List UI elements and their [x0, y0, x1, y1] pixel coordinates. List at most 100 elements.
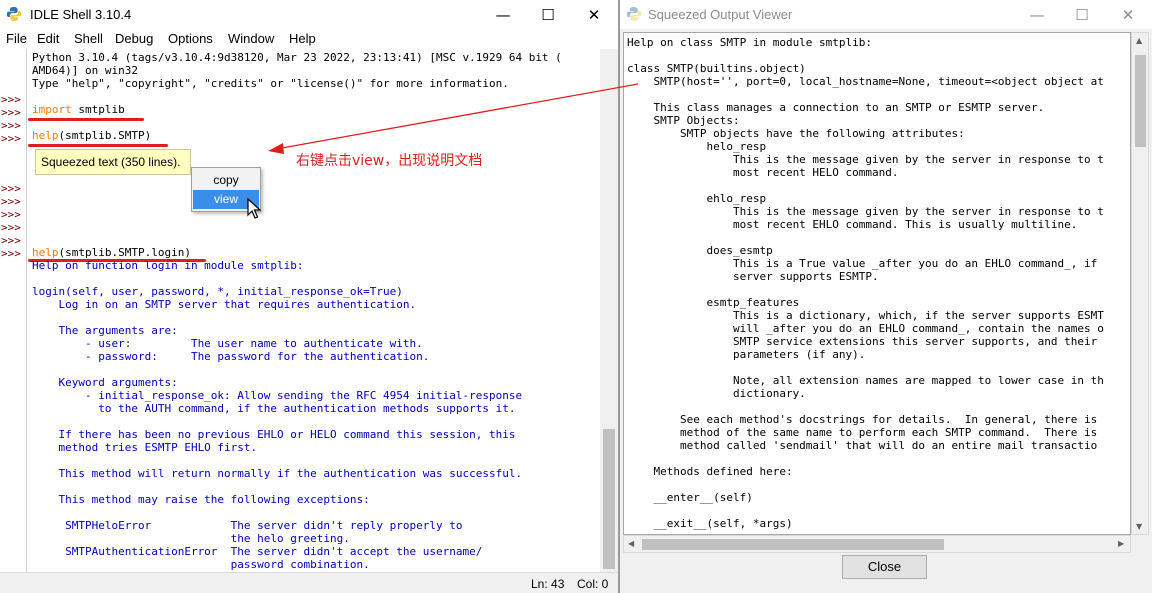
- menu-file[interactable]: File: [6, 31, 27, 46]
- help-output-line: The arguments are:: [32, 324, 178, 337]
- close-window-button[interactable]: ✕: [571, 0, 617, 29]
- scroll-down-icon[interactable]: ▼: [1136, 522, 1142, 531]
- menu-debug[interactable]: Debug: [115, 31, 153, 46]
- shell-text-area[interactable]: Python 3.10.4 (tags/v3.10.4:9d38120, Mar…: [28, 49, 600, 572]
- red-underline: [28, 118, 144, 121]
- scrollbar-thumb[interactable]: [603, 429, 615, 569]
- banner-line: Type "help", "copyright", "credits" or "…: [32, 77, 509, 90]
- help-output-line: SMTPAuthenticationError The server didn'…: [32, 545, 483, 558]
- help-output-line: method tries ESMTP EHLO first.: [32, 441, 258, 454]
- scroll-right-icon[interactable]: ▶: [1118, 539, 1124, 548]
- scroll-up-icon[interactable]: ▲: [1136, 36, 1142, 45]
- viewer-text-line: This is the message given by the server …: [627, 153, 1104, 166]
- prompt: >>>: [1, 195, 21, 208]
- idle-titlebar[interactable]: IDLE Shell 3.10.4 — ☐ ✕: [0, 0, 618, 29]
- help-output-line: - initial_response_ok: Allow sending the…: [32, 389, 523, 402]
- help-output-line: Help on function login in module smtplib…: [32, 259, 304, 272]
- viewer-text-line: server supports ESMTP.: [627, 270, 879, 283]
- annotation-label: 右键点击view，出现说明文档: [296, 153, 483, 169]
- help-output-line: the helo greeting.: [32, 532, 350, 545]
- menu-shell[interactable]: Shell: [74, 31, 103, 46]
- help-output-line: password combination.: [32, 558, 370, 571]
- prompt: >>>: [1, 247, 21, 260]
- viewer-text-line: ehlo_resp: [627, 192, 767, 205]
- help-output-line: login(self, user, password, *, initial_r…: [32, 285, 403, 298]
- viewer-horizontal-scrollbar[interactable]: ◀ ▶: [623, 535, 1131, 553]
- menu-options[interactable]: Options: [168, 31, 213, 46]
- help-output-line: to the AUTH command, if the authenticati…: [32, 402, 516, 415]
- viewer-text-area[interactable]: Help on class SMTP in module smtplib: cla…: [623, 32, 1131, 535]
- viewer-window-title: Squeezed Output Viewer: [648, 7, 793, 22]
- viewer-titlebar[interactable]: Squeezed Output Viewer — ☐ ✕: [620, 0, 1152, 29]
- close-window-button[interactable]: ✕: [1105, 0, 1151, 29]
- viewer-text-line: helo_resp: [627, 140, 767, 153]
- viewer-text-line: most recent EHLO command. This is usuall…: [627, 218, 1078, 231]
- viewer-text-line: SMTP Objects:: [627, 114, 740, 127]
- status-bar: Ln: 43 Col: 0: [0, 572, 618, 593]
- command-import-rest: smtplib: [71, 103, 125, 116]
- scrollbar-thumb[interactable]: [1135, 55, 1146, 147]
- viewer-text-line: Help on class SMTP in module smtplib:: [627, 36, 873, 49]
- help-output-line: If there has been no previous EHLO or HE…: [32, 428, 516, 441]
- maximize-button[interactable]: ☐: [1059, 0, 1105, 29]
- prompt: >>>: [1, 221, 21, 234]
- viewer-text-line: esmtp_features: [627, 296, 800, 309]
- shell-vertical-scrollbar[interactable]: [600, 49, 618, 572]
- menu-edit[interactable]: Edit: [37, 31, 59, 46]
- viewer-text-line: This is a True value _after you do an EH…: [627, 257, 1098, 270]
- mouse-cursor-icon: [247, 198, 262, 219]
- banner-line: Python 3.10.4 (tags/v3.10.4:9d38120, Mar…: [32, 51, 562, 64]
- red-underline: [28, 144, 168, 147]
- close-button[interactable]: Close: [842, 555, 927, 579]
- idle-window-title: IDLE Shell 3.10.4: [30, 7, 132, 22]
- squeezed-output-viewer-window: Squeezed Output Viewer — ☐ ✕ Help on cla…: [620, 0, 1152, 593]
- status-col: Col: 0: [577, 577, 609, 591]
- viewer-text-line: parameters (if any).: [627, 348, 866, 361]
- help-output-line: - user: The user name to authenticate wi…: [32, 337, 423, 350]
- viewer-text-line: class SMTP(builtins.object): [627, 62, 806, 75]
- help-output-line: Log in on an SMTP server that requires a…: [32, 298, 417, 311]
- menu-help[interactable]: Help: [289, 31, 316, 46]
- idle-shell-window: IDLE Shell 3.10.4 — ☐ ✕ File Edit Shell …: [0, 0, 618, 593]
- viewer-text-line: __enter__(self): [627, 491, 753, 504]
- context-menu-copy[interactable]: copy: [193, 171, 259, 190]
- menu-window[interactable]: Window: [228, 31, 274, 46]
- viewer-text-line: Note, all extension names are mapped to …: [627, 374, 1104, 387]
- viewer-text-line: most recent HELO command.: [627, 166, 899, 179]
- viewer-text-line: will _after you do an EHLO command_, con…: [627, 322, 1104, 335]
- prompt: >>>: [1, 208, 21, 221]
- scroll-left-icon[interactable]: ◀: [628, 539, 634, 548]
- status-line: Ln: 43: [531, 577, 565, 591]
- prompt: >>>: [1, 182, 21, 195]
- maximize-button[interactable]: ☐: [525, 0, 571, 29]
- prompt: >>>: [1, 93, 21, 106]
- builtin-help: help: [32, 246, 59, 259]
- menu-bar: File Edit Shell Debug Options Window Hel…: [0, 29, 618, 49]
- help-output-line: SMTPHeloError The server didn't reply pr…: [32, 519, 463, 532]
- viewer-text-line: does_esmtp: [627, 244, 773, 257]
- banner-line: AMD64)] on win32: [32, 64, 138, 77]
- command-help-smtp-rest: (smtplib.SMTP): [58, 129, 152, 142]
- viewer-text-line: SMTP objects have the following attribut…: [627, 127, 965, 140]
- minimize-button[interactable]: —: [480, 0, 526, 29]
- help-output-line: This method may raise the following exce…: [32, 493, 370, 506]
- minimize-button[interactable]: —: [1014, 0, 1060, 29]
- prompt: >>>: [1, 106, 21, 119]
- python-icon: [6, 7, 22, 21]
- viewer-text-line: __exit__(self, *args): [627, 517, 793, 530]
- viewer-text-line: SMTP(host='', port=0, local_hostname=Non…: [627, 75, 1104, 88]
- python-icon: [626, 7, 642, 21]
- viewer-text-line: This is a dictionary, which, if the serv…: [627, 309, 1104, 322]
- viewer-text-line: This is the message given by the server …: [627, 205, 1104, 218]
- scrollbar-thumb[interactable]: [642, 539, 944, 550]
- command-help-smtp: help(smtplib.SMTP): [32, 129, 151, 142]
- viewer-text-line: SMTP service extensions this server supp…: [627, 335, 1098, 348]
- squeezed-text-button[interactable]: Squeezed text (350 lines).: [35, 149, 191, 175]
- command-import: import smtplib: [32, 103, 125, 116]
- keyword-import: import: [32, 103, 72, 116]
- viewer-text-line: This class manages a connection to an SM…: [627, 101, 1045, 114]
- viewer-vertical-scrollbar[interactable]: ▲ ▼: [1131, 32, 1149, 535]
- prompt: >>>: [1, 234, 21, 247]
- viewer-text-line: dictionary.: [627, 387, 806, 400]
- builtin-help: help: [32, 129, 59, 142]
